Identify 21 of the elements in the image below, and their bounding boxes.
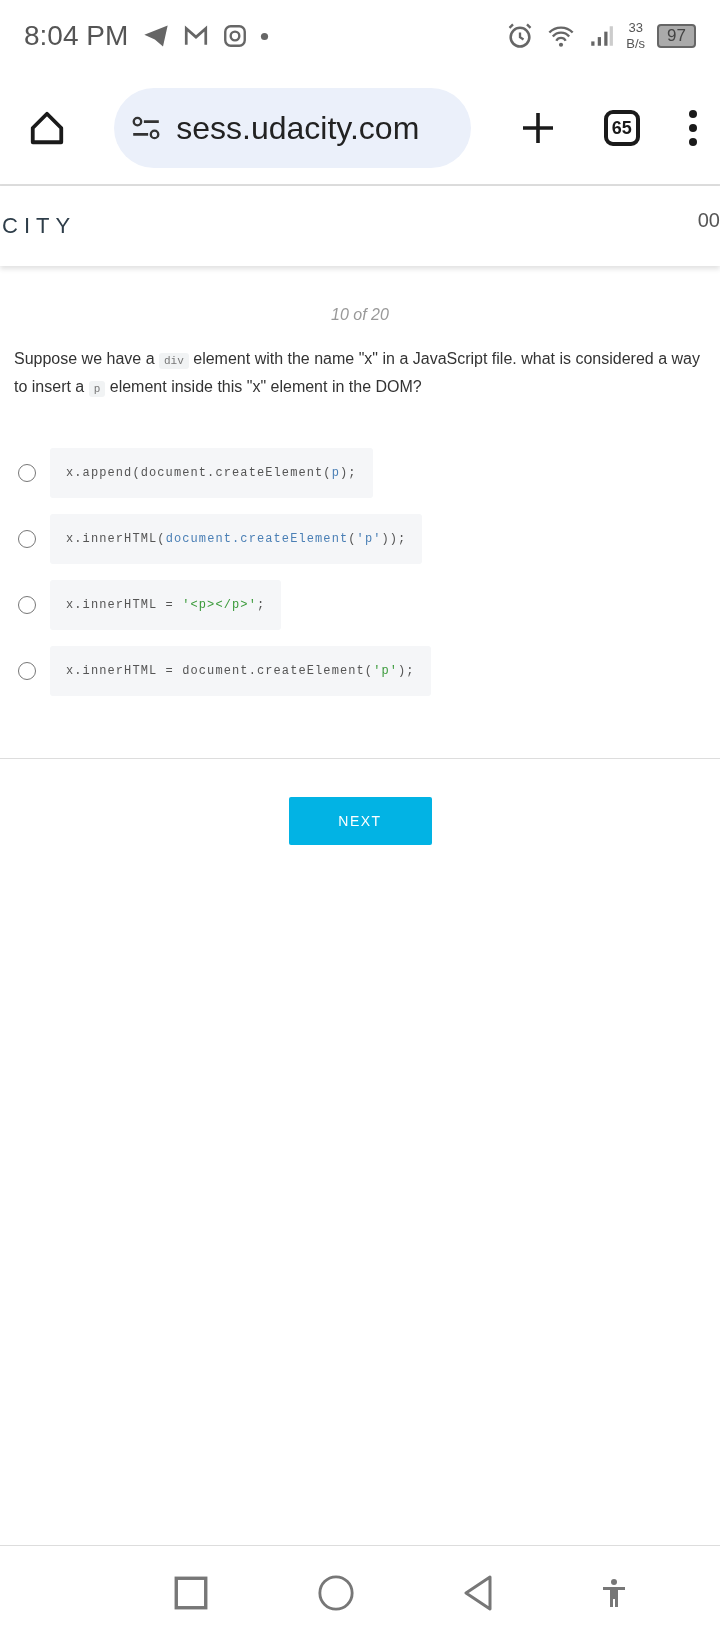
site-logo[interactable]: CITY — [2, 213, 77, 239]
answer-code[interactable]: x.innerHTML = '<p></p>'; — [50, 580, 282, 630]
question-text: Suppose we have a div element with the name "x" in a JavaScript file. what is considered a way to insert a p element inside this "x" element in the DOM? — [14, 349, 701, 399]
home-icon[interactable] — [28, 109, 66, 147]
answer-code[interactable]: x.append(document.createElement(p); — [50, 448, 373, 498]
status-time: 8:04 PM — [24, 20, 129, 52]
accessibility-icon[interactable] — [601, 1577, 626, 1609]
signal-icon — [588, 23, 615, 49]
dot-icon — [260, 31, 270, 41]
answer-code[interactable]: x.innerHTML = document.createElement('p'); — [50, 646, 431, 696]
home-button-icon[interactable] — [316, 1574, 355, 1612]
more-menu-icon[interactable] — [688, 110, 698, 146]
recent-apps-icon[interactable] — [174, 1576, 209, 1610]
address-bar[interactable]: sess.udacity.com — [114, 88, 472, 168]
battery-level: 97 — [657, 24, 696, 48]
back-icon[interactable] — [463, 1575, 494, 1611]
header-text: 00 — [697, 208, 720, 232]
tab-count-button[interactable]: 65 — [603, 110, 640, 146]
camera-icon — [222, 23, 249, 49]
answer-code[interactable]: x.innerHTML(document.createElement('p')); — [50, 514, 423, 564]
network-speed: 33 B/s — [626, 20, 646, 52]
